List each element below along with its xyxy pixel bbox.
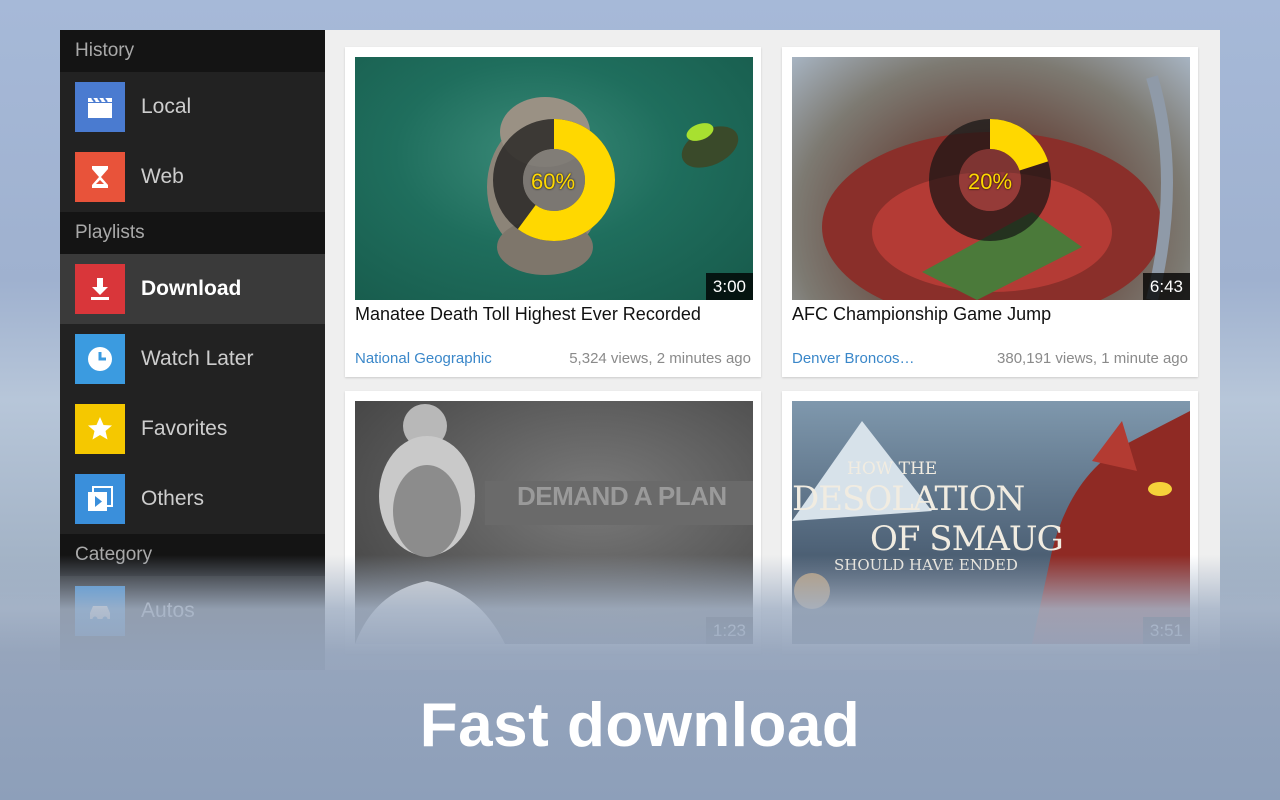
video-card[interactable]: DEMAND A PLAN 1:23 bbox=[345, 391, 761, 654]
portrait-image bbox=[355, 404, 753, 644]
star-icon bbox=[75, 404, 125, 454]
duration-badge: 3:51 bbox=[1142, 617, 1190, 644]
video-card[interactable]: 20% 6:43 AFC Championship Game Jump Denv… bbox=[782, 47, 1198, 377]
thumbnail-caption-line1: How the bbox=[847, 459, 938, 479]
duration-badge: 3:00 bbox=[705, 273, 753, 300]
car-icon bbox=[75, 586, 125, 636]
thumbnail-caption-line2: Desolation bbox=[792, 479, 1025, 519]
video-thumbnail[interactable]: 60% 3:00 bbox=[355, 57, 753, 300]
app-window: History Local Web Playlists Download Wat bbox=[60, 30, 1220, 670]
video-title[interactable]: AFC Championship Game Jump bbox=[792, 304, 1188, 330]
sidebar-item-label: Favorites bbox=[141, 417, 228, 440]
sidebar-item-web[interactable]: Web bbox=[60, 142, 325, 212]
sidebar-item-autos[interactable]: Autos bbox=[60, 576, 325, 646]
playlists-header: Playlists bbox=[60, 212, 325, 254]
thumbnail-caption-line3: of Smaug bbox=[870, 519, 1064, 559]
channel-link[interactable]: Denver Broncos… bbox=[792, 350, 915, 367]
download-progress-label: 20% bbox=[967, 169, 1013, 194]
video-thumbnail[interactable]: How the Desolation of Smaug Should have … bbox=[792, 401, 1190, 644]
view-count: 5,324 views, 2 minutes ago bbox=[569, 350, 751, 367]
sidebar-item-label: Autos bbox=[141, 599, 195, 622]
sidebar-item-favorites[interactable]: Favorites bbox=[60, 394, 325, 464]
sidebar-item-label: Watch Later bbox=[141, 347, 254, 370]
video-stack-icon bbox=[75, 474, 125, 524]
video-thumbnail[interactable]: DEMAND A PLAN 1:23 bbox=[355, 401, 753, 644]
download-icon bbox=[75, 264, 125, 314]
video-card[interactable]: 60% 3:00 Manatee Death Toll Highest Ever… bbox=[345, 47, 761, 377]
hourglass-icon bbox=[75, 152, 125, 202]
promo-caption: Fast download bbox=[419, 691, 861, 760]
clapperboard-icon bbox=[75, 82, 125, 132]
sidebar-item-label: Download bbox=[141, 277, 242, 300]
channel-link[interactable]: National Geographic bbox=[355, 350, 492, 367]
history-header: History bbox=[60, 30, 325, 72]
download-progress-label: 60% bbox=[530, 169, 576, 194]
sidebar-item-label: Others bbox=[141, 487, 205, 510]
clock-icon bbox=[75, 334, 125, 384]
category-header: Category bbox=[60, 534, 325, 576]
sidebar-item-others[interactable]: Others bbox=[60, 464, 325, 534]
sidebar-item-watch-later[interactable]: Watch Later bbox=[60, 324, 325, 394]
view-count: 380,191 views, 1 minute ago bbox=[997, 350, 1188, 367]
video-grid: 60% 3:00 Manatee Death Toll Highest Ever… bbox=[325, 30, 1220, 670]
sidebar: History Local Web Playlists Download Wat bbox=[60, 30, 325, 670]
duration-badge: 1:23 bbox=[705, 617, 753, 644]
sidebar-item-local[interactable]: Local bbox=[60, 72, 325, 142]
sidebar-item-label: Web bbox=[141, 165, 184, 188]
video-card[interactable]: How the Desolation of Smaug Should have … bbox=[782, 391, 1198, 654]
video-thumbnail[interactable]: 20% 6:43 bbox=[792, 57, 1190, 300]
thumbnail-caption-line4: Should have ended bbox=[834, 556, 1018, 574]
sidebar-item-label: Local bbox=[141, 95, 192, 118]
video-title[interactable]: Manatee Death Toll Highest Ever Recorded bbox=[355, 304, 751, 330]
sidebar-item-download[interactable]: Download bbox=[60, 254, 325, 324]
thumbnail-caption: DEMAND A PLAN bbox=[517, 481, 727, 511]
duration-badge: 6:43 bbox=[1142, 273, 1190, 300]
